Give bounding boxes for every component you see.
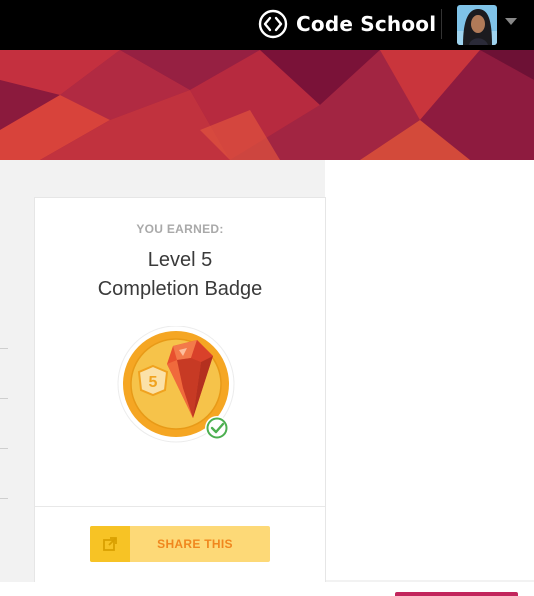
caret-down-icon[interactable] bbox=[505, 18, 517, 25]
badge-title: Level 5 Completion Badge bbox=[35, 246, 325, 304]
top-navigation-bar: Code School bbox=[0, 0, 534, 50]
nav-divider bbox=[441, 9, 442, 39]
footer-accent-bar bbox=[395, 592, 518, 596]
level-number-shield: 5 bbox=[137, 364, 169, 397]
share-external-icon bbox=[90, 526, 130, 562]
right-panel bbox=[325, 160, 534, 580]
badge-title-line1: Level 5 bbox=[147, 249, 213, 271]
list-divider bbox=[0, 398, 8, 399]
brand-name: Code School bbox=[296, 12, 437, 36]
share-button[interactable]: SHARE THIS bbox=[90, 526, 270, 562]
main-content: YOU EARNED: Level 5 Completion Badge 5 S… bbox=[0, 160, 534, 596]
badge-card: YOU EARNED: Level 5 Completion Badge 5 S… bbox=[35, 198, 325, 582]
header-banner bbox=[0, 50, 534, 160]
level-number: 5 bbox=[149, 374, 158, 391]
list-divider bbox=[0, 498, 8, 499]
list-divider bbox=[0, 448, 8, 449]
code-brackets-icon bbox=[258, 9, 288, 39]
level-badge-image: 5 bbox=[115, 325, 245, 450]
list-divider bbox=[0, 348, 8, 349]
check-circle-icon bbox=[205, 416, 229, 440]
left-list-edge bbox=[0, 160, 10, 580]
earned-label: YOU EARNED: bbox=[136, 222, 224, 236]
user-avatar[interactable] bbox=[457, 5, 497, 45]
code-school-logo[interactable]: Code School bbox=[258, 8, 436, 40]
card-divider bbox=[35, 506, 325, 507]
share-label: SHARE THIS bbox=[157, 537, 233, 551]
badge-title-line2: Completion Badge bbox=[97, 278, 263, 300]
